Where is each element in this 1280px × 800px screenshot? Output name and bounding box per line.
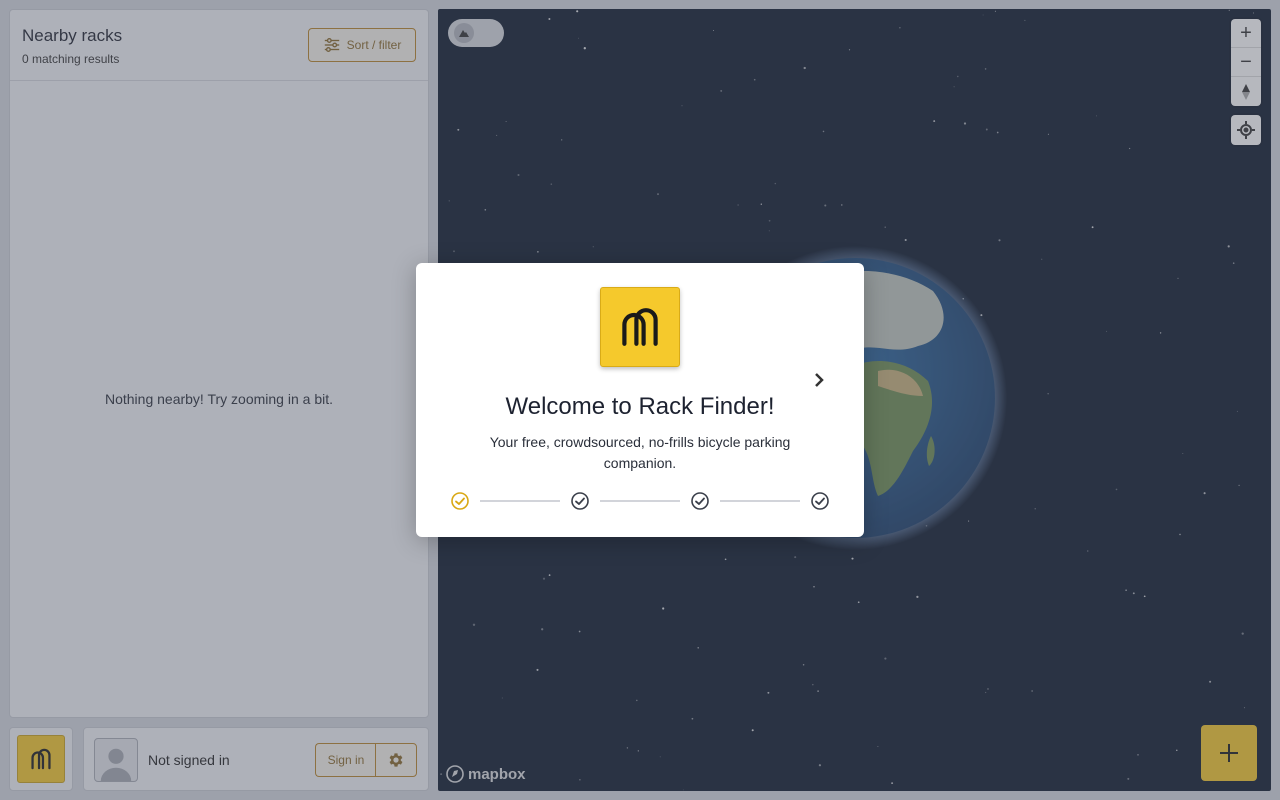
chevron-right-icon: [815, 373, 824, 387]
step-3-check-icon[interactable]: [690, 491, 710, 511]
bike-rack-logo-icon: [622, 308, 658, 346]
step-connector: [480, 500, 560, 502]
step-1-check-icon[interactable]: [450, 491, 470, 511]
dialog-body: Your free, crowdsourced, no-frills bicyc…: [489, 434, 791, 471]
step-connector: [720, 500, 800, 502]
step-connector: [600, 500, 680, 502]
next-step-button[interactable]: [810, 369, 828, 391]
dialog-title: Welcome to Rack Finder!: [505, 393, 775, 420]
welcome-dialog: Welcome to Rack Finder! Your free, crowd…: [416, 263, 864, 537]
step-indicator: [450, 491, 830, 511]
app-logo: [600, 287, 680, 367]
step-2-check-icon[interactable]: [570, 491, 590, 511]
step-4-check-icon[interactable]: [810, 491, 830, 511]
